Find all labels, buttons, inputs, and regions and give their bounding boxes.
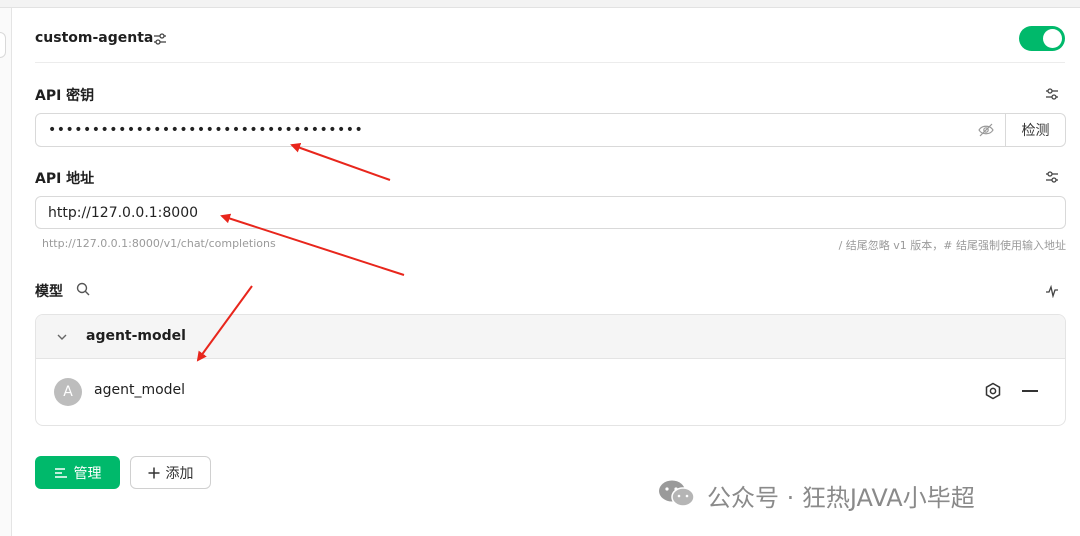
model-group: agent-model A agent_model: [35, 314, 1066, 426]
add-button[interactable]: 添加: [130, 456, 211, 489]
annotation-arrow: [290, 142, 391, 181]
list-item: A agent_model: [36, 359, 1065, 425]
model-name: agent_model: [94, 382, 186, 398]
left-rail: [0, 8, 12, 536]
toggle-knob: [1043, 29, 1062, 48]
collapse-handle[interactable]: [0, 32, 6, 58]
api-key-input[interactable]: [48, 114, 968, 146]
eye-off-icon[interactable]: [978, 123, 994, 137]
watermark-text: 公众号 · 狂热JAVA小毕超: [707, 484, 975, 512]
hexagon-settings-icon[interactable]: [984, 382, 1002, 400]
model-group-title: agent-model: [86, 328, 186, 344]
avatar: A: [54, 378, 82, 406]
sliders-icon[interactable]: [1045, 87, 1059, 101]
provider-name: custom-agenta: [35, 30, 154, 46]
plus-icon: [148, 467, 159, 478]
manage-button-label: 管理: [73, 465, 102, 482]
top-strip: [0, 0, 1080, 8]
check-button[interactable]: 检测: [1005, 114, 1065, 146]
search-icon[interactable]: [76, 282, 90, 296]
manage-button[interactable]: 管理: [35, 456, 120, 489]
provider-enable-toggle[interactable]: [1019, 26, 1065, 51]
api-key-field: 检测: [35, 113, 1066, 147]
models-label: 模型: [35, 284, 63, 300]
watermark: 公众号 · 狂热JAVA小毕超: [657, 476, 1057, 512]
divider: [35, 62, 1065, 63]
model-group-header[interactable]: agent-model: [36, 315, 1065, 359]
api-url-hint: / 结尾忽略 v1 版本，# 结尾强制使用输入地址: [838, 239, 1066, 252]
list-icon: [54, 467, 67, 478]
api-key-label: API 密钥: [35, 88, 95, 104]
provider-header: custom-agenta: [35, 26, 1065, 62]
add-button-label: 添加: [165, 465, 194, 482]
api-url-label: API 地址: [35, 171, 95, 187]
health-check-icon[interactable]: [1045, 284, 1059, 298]
minus-icon[interactable]: [1022, 390, 1038, 392]
sliders-icon[interactable]: [153, 32, 167, 46]
chevron-down-icon: [57, 334, 67, 340]
sliders-icon[interactable]: [1045, 170, 1059, 184]
wechat-logo-icon: [659, 480, 695, 507]
api-url-input[interactable]: [35, 196, 1066, 229]
api-url-preview: http://127.0.0.1:8000/v1/chat/completion…: [42, 237, 276, 250]
